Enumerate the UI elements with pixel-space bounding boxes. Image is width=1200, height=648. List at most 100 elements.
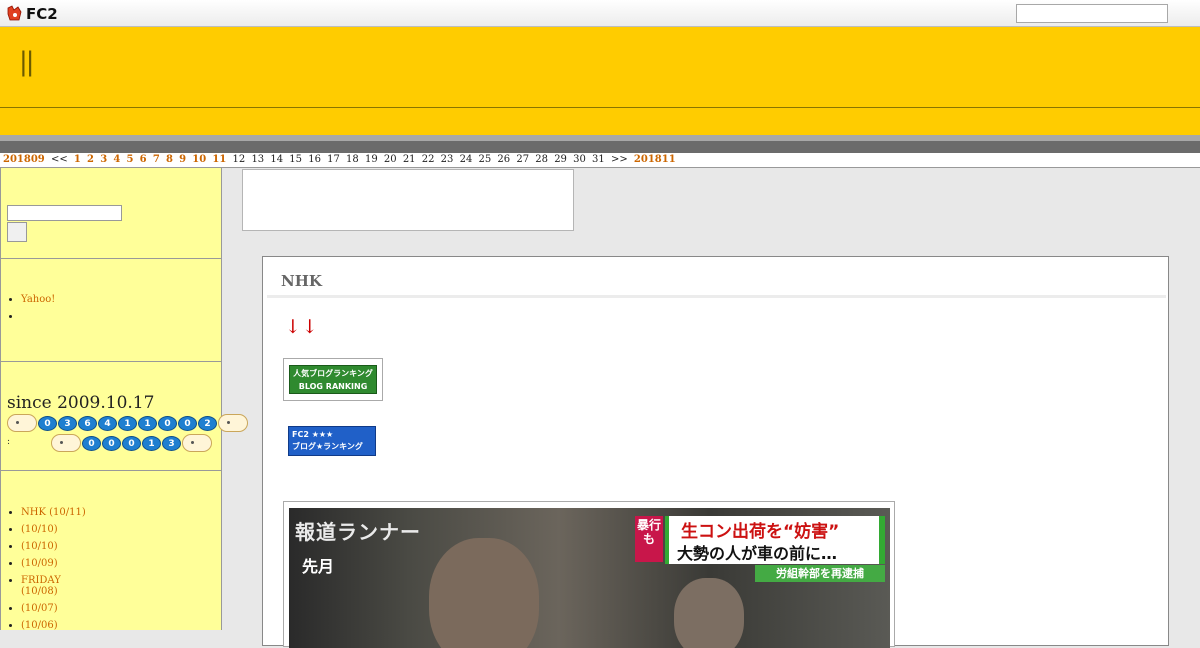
fc2-ranking-line2: ブログ★ランキング (292, 442, 363, 451)
counter-digit: 0 (158, 415, 177, 431)
sidebar-search-input[interactable] (7, 205, 122, 221)
ad-box[interactable] (242, 169, 574, 231)
calendar-day-link[interactable]: 6 (140, 154, 147, 165)
calendar-day: 28 (535, 154, 548, 165)
fc2-logo-text: FC2 (26, 4, 58, 23)
recent-entry-link[interactable]: NHK (10/11) (21, 507, 86, 518)
sheep-icon (7, 414, 37, 432)
sidebar-links-list: Yahoo! (21, 293, 55, 327)
calendar-day-link[interactable]: 11 (212, 154, 226, 165)
news-image: 報道ランナー 先月 暴行も 生コン出荷を“妨害” 大勢の人が車の前に… 労組幹部… (289, 508, 890, 648)
calendar-prev-nav: << (50, 154, 68, 165)
calendar-day-link[interactable]: 4 (113, 154, 120, 165)
counter-digit: 0 (102, 435, 121, 451)
person-silhouette (674, 578, 744, 648)
list-item: (10/10) (21, 541, 211, 552)
news-headline-line2: 大勢の人が車の前に… (677, 544, 838, 563)
entry-arrows: ↓↓ (285, 316, 319, 338)
counter-digit: 3 (162, 435, 181, 451)
counter-digit: 0 (82, 435, 101, 451)
recent-entry-date: (10/09) (21, 558, 58, 569)
blog-ranking-line1: 人気ブログランキング (293, 369, 373, 378)
recent-entry-link[interactable]: (10/07) (21, 603, 58, 614)
blog-ranking-banner[interactable]: 人気ブログランキング BLOG RANKING (283, 358, 383, 401)
calendar-day: 29 (554, 154, 567, 165)
calendar-next-month[interactable]: 201811 (634, 154, 676, 165)
recent-entry-date: (10/10) (21, 524, 58, 535)
calendar-day: 21 (402, 154, 416, 165)
counter-digit: 0 (122, 435, 141, 451)
fc2-logo[interactable]: FC2 (6, 4, 58, 23)
calendar-day: 18 (346, 154, 359, 165)
counter-digit: 0 (178, 415, 197, 431)
calendar-day: 13 (251, 154, 265, 165)
calendar-day-link[interactable]: 8 (166, 154, 173, 165)
counter-digit: 1 (118, 415, 137, 431)
calendar-day: 25 (478, 154, 492, 165)
recent-entry-date: (10/07) (21, 603, 58, 614)
calendar-day-link[interactable]: 5 (127, 154, 134, 165)
calendar-day-link[interactable]: 3 (100, 154, 107, 165)
fc2-ranking-line1: FC2 ★★★ (292, 430, 334, 439)
list-item: Yahoo! (21, 293, 55, 310)
calendar-day: 12 (232, 154, 246, 165)
counter-colon: : (7, 437, 11, 447)
calendar-next-nav: >> (610, 154, 628, 165)
calendar-day-link[interactable]: 9 (179, 154, 186, 165)
recent-entry-link[interactable]: (10/06) (21, 620, 58, 631)
fc2-fox-icon (7, 5, 22, 21)
fc2-ranking-banner[interactable]: FC2 ★★★ ブログ★ランキング (288, 426, 376, 456)
blog-ranking-line2: BLOG RANKING (298, 382, 368, 391)
recent-entries-box: NHK (10/11) (10/10) (10/10) (10/09) FRID… (1, 471, 222, 631)
recent-entry-title: NHK (21, 507, 46, 518)
sidebar-links-box: Yahoo! (1, 259, 222, 362)
list-item: (10/07) (21, 603, 211, 614)
calendar-prev-month[interactable]: 201809 (3, 154, 45, 165)
calendar-day: 31 (592, 154, 605, 165)
counter-digit: 1 (138, 415, 157, 431)
list-item: (10/10) (21, 524, 211, 535)
calendar-day-link[interactable]: 2 (87, 154, 94, 165)
counter-today-row: 0 0 0 1 3 (51, 434, 213, 452)
list-item: (10/09) (21, 558, 211, 569)
recent-entry-link[interactable]: (10/10) (21, 524, 58, 535)
recent-entry-date: (10/08) (21, 586, 58, 597)
list-item: FRIDAY(10/08) (21, 575, 211, 597)
news-screenshot[interactable]: 報道ランナー 先月 暴行も 生コン出荷を“妨害” 大勢の人が車の前に… 労組幹部… (283, 501, 895, 648)
recent-entry-link[interactable]: FRIDAY (10/08) (21, 575, 61, 597)
calendar-day-link[interactable]: 1 (74, 154, 81, 165)
calendar-day-link[interactable]: 10 (192, 154, 206, 165)
news-program-logo: 報道ランナー (295, 520, 421, 544)
calendar-day: 14 (270, 154, 284, 165)
blog-title[interactable]: || (19, 47, 34, 77)
news-time-caption: 先月 (302, 557, 335, 576)
entry-title-underline (267, 295, 1166, 298)
counter-digit: 3 (58, 415, 77, 431)
recent-entry-title: FRIDAY (21, 575, 61, 586)
blog-entry: NHK ↓↓ 人気ブログランキング BLOG RANKING FC2 ★★★ ブ… (262, 256, 1169, 648)
sidebar: Yahoo! since 2009.10.17 0 3 6 4 1 1 0 0 … (0, 168, 248, 631)
calendar-day: 17 (327, 154, 340, 165)
news-tag-caption: 暴行も (635, 516, 663, 562)
blog-header: || (0, 27, 1200, 107)
sheep-icon (218, 414, 248, 432)
entry-title[interactable]: NHK (281, 272, 322, 290)
recent-entry-link[interactable]: (10/09) (21, 558, 58, 569)
calendar-bar: 201809 << 1 2 3 4 5 6 7 8 9 10 11 12 13 … (0, 153, 1200, 168)
fc2-search-input[interactable] (1016, 4, 1168, 23)
calendar-day: 22 (421, 154, 435, 165)
recent-entry-link[interactable]: (10/10) (21, 541, 58, 552)
calendar-day-link[interactable]: 7 (153, 154, 160, 165)
recent-entry-date: (10/10) (21, 541, 58, 552)
sheep-icon (182, 434, 212, 452)
counter-total-row: 0 3 6 4 1 1 0 0 2 (7, 414, 249, 432)
calendar-day: 26 (497, 154, 511, 165)
recent-entry-date: (10/11) (49, 507, 86, 518)
counter-digit: 1 (142, 435, 161, 451)
recent-entries-list: NHK (10/11) (10/10) (10/10) (10/09) FRID… (21, 507, 211, 637)
fc2-toolbar: FC2 (0, 0, 1200, 27)
list-item (21, 310, 55, 327)
access-counter-box: since 2009.10.17 0 3 6 4 1 1 0 0 2 : 0 0… (1, 362, 248, 471)
sidebar-search-button[interactable] (7, 222, 27, 242)
sidebar-link-yahoo[interactable]: Yahoo! (21, 294, 55, 305)
